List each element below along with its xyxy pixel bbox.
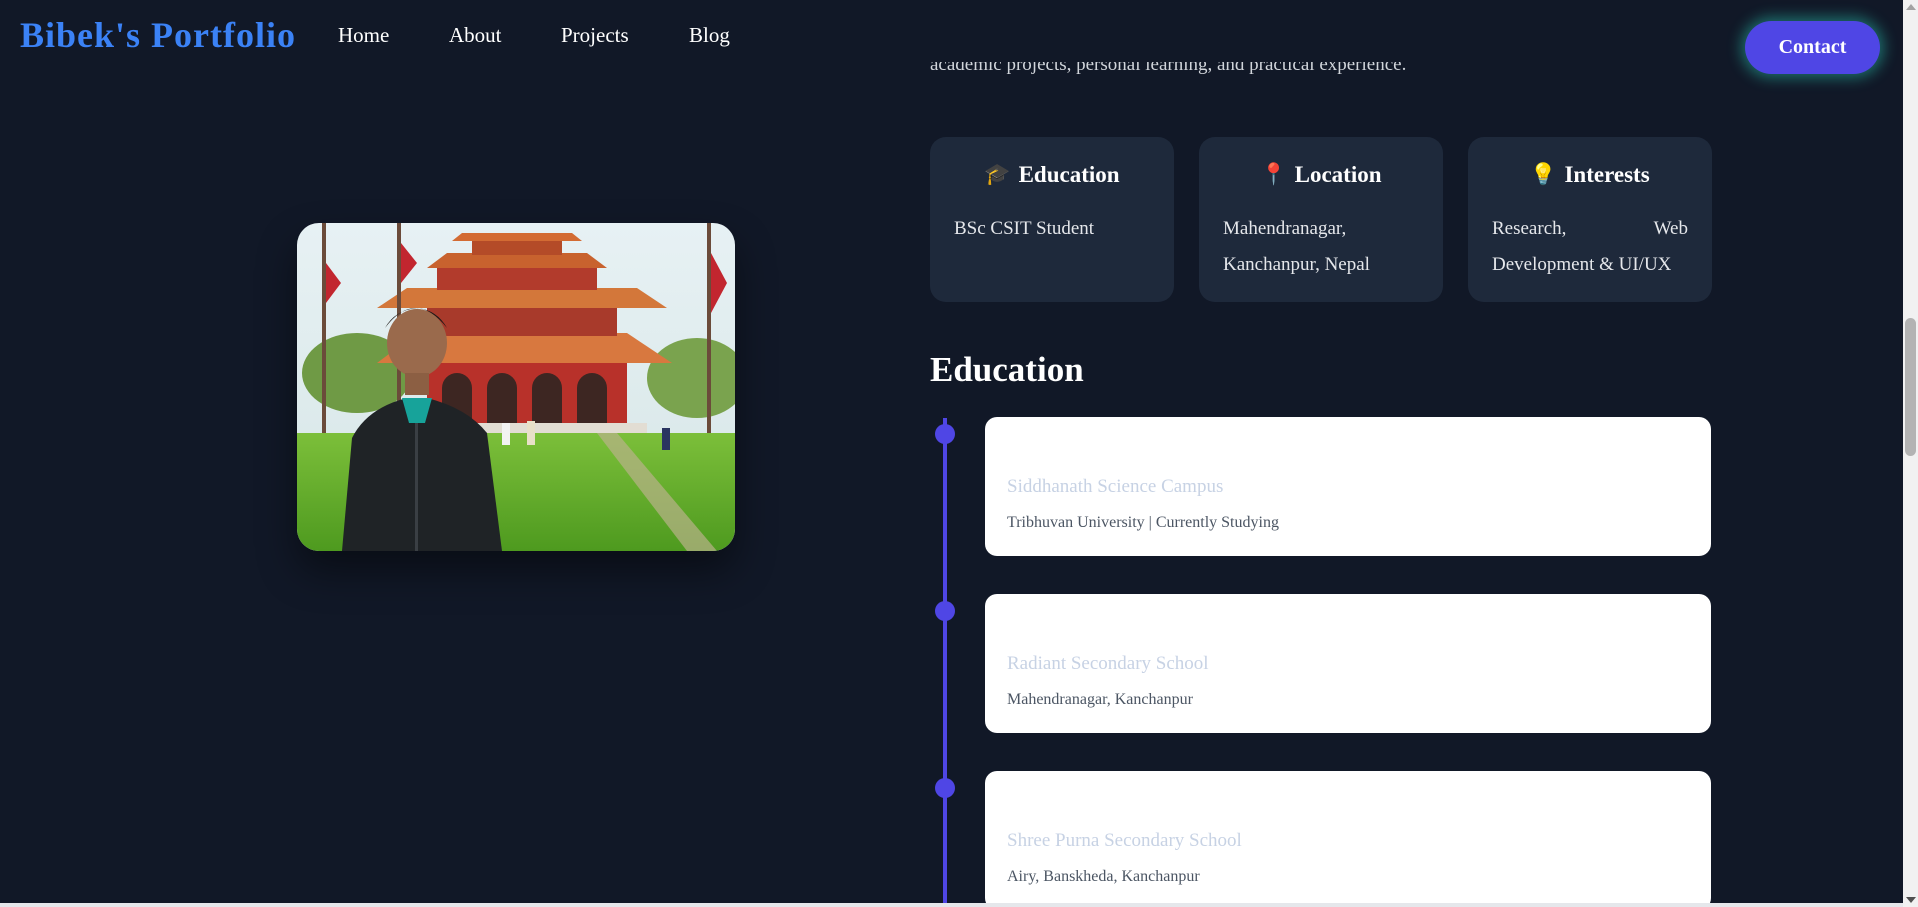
- top-nav: Bibek's Portfolio Home About Projects Bl…: [0, 0, 1900, 74]
- info-card-body: Research, Web Development & UI/UX: [1492, 218, 1688, 275]
- school-detail: Tribhuvan University | Currently Studyin…: [1007, 514, 1279, 531]
- education-card: Shree Purna Secondary School Airy, Bansk…: [985, 771, 1711, 907]
- education-heading: Education: [930, 350, 1084, 389]
- school-detail: Airy, Banskheda, Kanchanpur: [1007, 868, 1200, 885]
- info-card-title: Location: [1294, 162, 1382, 187]
- education-card: Siddhanath Science Campus Tribhuvan Univ…: [985, 417, 1711, 556]
- info-card-body: BSc CSIT Student: [954, 218, 1095, 239]
- timeline-dot: [935, 601, 955, 621]
- lightbulb-icon: 💡: [1530, 162, 1557, 186]
- info-card-header: 📍 Location: [1199, 162, 1443, 188]
- info-card-title: Interests: [1564, 162, 1650, 187]
- scrollbar-thumb[interactable]: [1905, 318, 1916, 456]
- school-detail: Mahendranagar, Kanchanpur: [1007, 691, 1193, 708]
- nav-link-home[interactable]: Home: [338, 23, 389, 48]
- scroll-up-arrow-icon[interactable]: [1906, 4, 1916, 10]
- education-card: Radiant Secondary School Mahendranagar, …: [985, 594, 1711, 733]
- timeline-line: [943, 418, 947, 907]
- info-card-header: 🎓 Education: [930, 162, 1174, 188]
- horizontal-edge: [0, 903, 1903, 907]
- info-card-education: 🎓 Education BSc CSIT Student: [930, 137, 1174, 302]
- pin-icon: 📍: [1260, 162, 1287, 186]
- brand-logo[interactable]: Bibek's Portfolio: [20, 14, 296, 56]
- info-card-title: Education: [1018, 162, 1120, 187]
- info-card-location: 📍 Location Mahendranagar, Kanchanpur, Nep…: [1199, 137, 1443, 302]
- school-name: Siddhanath Science Campus: [1007, 476, 1224, 497]
- nav-link-projects[interactable]: Projects: [561, 23, 629, 48]
- info-card-body: Mahendranagar, Kanchanpur, Nepal: [1223, 218, 1370, 275]
- nav-link-blog[interactable]: Blog: [689, 23, 730, 48]
- info-card-interests: 💡 Interests Research, Web Development & U…: [1468, 137, 1712, 302]
- nav-link-about[interactable]: About: [449, 23, 502, 48]
- school-name: Radiant Secondary School: [1007, 653, 1209, 674]
- timeline-dot: [935, 424, 955, 444]
- graduation-cap-icon: 🎓: [984, 162, 1011, 186]
- vertical-scrollbar[interactable]: [1903, 0, 1918, 907]
- profile-photo: [297, 223, 735, 551]
- timeline-dot: [935, 778, 955, 798]
- info-card-header: 💡 Interests: [1468, 162, 1712, 188]
- school-name: Shree Purna Secondary School: [1007, 830, 1242, 851]
- contact-button[interactable]: Contact: [1745, 21, 1880, 74]
- scroll-down-arrow-icon[interactable]: [1906, 897, 1916, 903]
- portfolio-page: Bibek's Portfolio Home About Projects Bl…: [0, 0, 1918, 907]
